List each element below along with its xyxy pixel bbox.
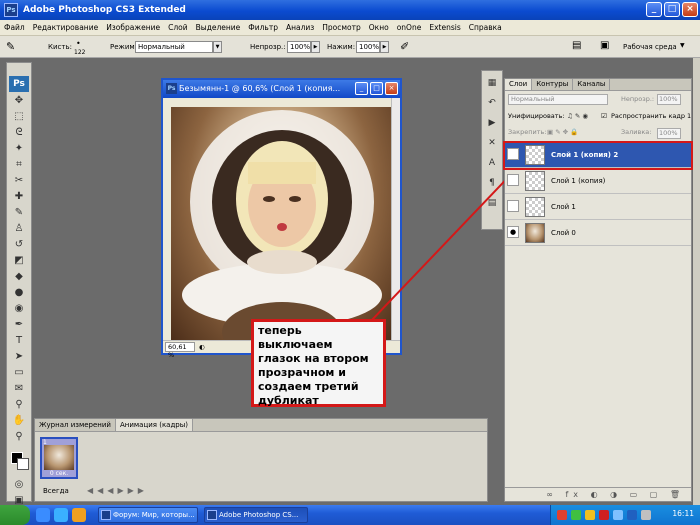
layer-thumbnail (525, 171, 545, 191)
tab-animation-frames[interactable]: Анимация (кадры) (115, 419, 194, 431)
propagate-label: Распространить кадр 1 (611, 112, 692, 120)
layer-thumbnail (525, 197, 545, 217)
taskbar-item-forum[interactable]: Форум: Мир, которы... (98, 507, 198, 523)
tray-icon-5[interactable] (613, 510, 623, 520)
tray-icon-4[interactable] (599, 510, 609, 520)
tab-layers[interactable]: Слои (505, 79, 533, 90)
layer-visibility-toggle[interactable] (507, 200, 519, 212)
tab-paths[interactable]: Контуры (532, 79, 574, 90)
layer-thumbnail (525, 145, 545, 165)
taskbar-item-label: Форум: Мир, которы... (113, 511, 195, 519)
layer-name: Слой 0 (551, 229, 576, 237)
propagate-checkbox[interactable]: ☑ (601, 112, 607, 120)
blend-mode-select[interactable]: Нормальный (508, 94, 608, 105)
fill-label: Заливка: (621, 128, 652, 136)
start-button[interactable] (0, 505, 30, 525)
lock-icons[interactable]: ▣ ✎ ✥ 🔒 (547, 128, 578, 136)
layer-thumbnail (525, 223, 545, 243)
animation-panel-tabs: Журнал измерений Анимация (кадры) (35, 419, 487, 432)
animation-frame[interactable]: 1 0 сек. (40, 437, 78, 479)
layer-row[interactable]: ● Слой 0 (505, 221, 691, 246)
browser-icon (101, 510, 111, 520)
unify-row: Унифицировать: ♫ ✎ ◉ ☑ Распространить ка… (505, 110, 691, 124)
tray-icon-6[interactable] (627, 510, 637, 520)
ie-quicklaunch-icon[interactable] (54, 508, 68, 522)
frame-number: 1 (43, 439, 47, 446)
layer-row[interactable]: Слой 1 (копия) 2 (503, 141, 693, 170)
tray-icon-7[interactable] (641, 510, 651, 520)
unify-icons[interactable]: ♫ ✎ ◉ (567, 112, 588, 120)
layers-panel: Слои Контуры Каналы Нормальный Непрозр.:… (503, 78, 693, 502)
layer-visibility-toggle[interactable] (507, 174, 519, 186)
frame-delay[interactable]: 0 сек. (42, 470, 76, 477)
tray-icon-1[interactable] (557, 510, 567, 520)
app-scrollbar[interactable] (693, 58, 700, 508)
system-tray: 16:11 (550, 505, 700, 525)
fill-input[interactable]: 100% (657, 128, 681, 139)
unify-label: Унифицировать: (508, 112, 565, 120)
tray-icon-3[interactable] (585, 510, 595, 520)
media-quicklaunch-icon[interactable] (72, 508, 86, 522)
taskbar: Форум: Мир, которы... Adobe Photoshop CS… (0, 505, 700, 525)
tab-measurement-log[interactable]: Журнал измерений (35, 419, 116, 431)
layer-opacity-input[interactable]: 100% (657, 94, 681, 105)
animation-panel: Журнал измерений Анимация (кадры) 1 0 се… (34, 418, 488, 502)
layers-blend-row: Нормальный Непрозр.: 100% (505, 93, 691, 107)
lock-row: Закрепить: ▣ ✎ ✥ 🔒 Заливка: 100% (505, 126, 691, 142)
tab-channels[interactable]: Каналы (573, 79, 611, 90)
layer-visibility-toggle[interactable] (507, 148, 519, 160)
playback-controls[interactable]: ◀◀◀▶▶▶ (87, 486, 148, 495)
layer-row[interactable]: Слой 1 (505, 195, 691, 220)
desktop-quicklaunch-icon[interactable] (36, 508, 50, 522)
clock: 16:11 (672, 509, 694, 518)
layer-name: Слой 1 (копия) (551, 177, 606, 185)
layers-footer-toolbar[interactable]: ∞ fx ◐ ◑ ▭ ▢ 🗑 (505, 487, 691, 501)
photoshop-icon (207, 510, 217, 520)
frame-thumbnail (44, 445, 74, 470)
taskbar-item-label: Adobe Photoshop CS... (219, 511, 299, 519)
lock-label: Закрепить: (508, 128, 547, 136)
layers-panel-tabs: Слои Контуры Каналы (505, 79, 691, 91)
annotation-callout: теперь выключаем глазок на втором прозра… (251, 319, 386, 407)
layer-opacity-label: Непрозр.: (621, 95, 655, 103)
loop-select[interactable]: Всегда (43, 487, 69, 495)
eye-icon[interactable]: ● (507, 226, 519, 238)
tray-icon-2[interactable] (571, 510, 581, 520)
layer-name: Слой 1 (копия) 2 (551, 151, 619, 159)
layer-row[interactable]: Слой 1 (копия) (505, 169, 691, 194)
layer-name: Слой 1 (551, 203, 576, 211)
taskbar-item-photoshop[interactable]: Adobe Photoshop CS... (204, 507, 308, 523)
